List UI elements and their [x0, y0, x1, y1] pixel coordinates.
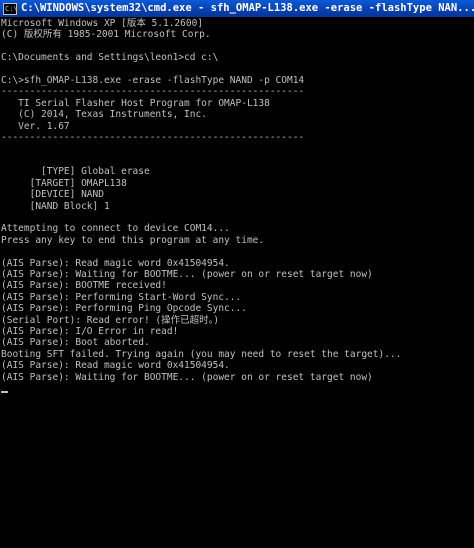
console-line: (AIS Parse): Read magic word 0x41504954.	[1, 257, 230, 269]
console-line: [DEVICE] NAND	[1, 189, 104, 201]
console-line: (Serial Port): Read error! (操作已超时。)	[1, 314, 220, 326]
console-line: (C) 2014, Texas Instruments, Inc.	[1, 109, 207, 121]
console-line: [TARGET] OMAPL138	[1, 177, 127, 189]
cmd-window: C:\ C:\WINDOWS\system32\cmd.exe - sfh_OM…	[0, 0, 474, 548]
console-output: Microsoft Windows XP [版本 5.1.2600] (C) 版…	[1, 18, 401, 383]
console-line: Booting SFT failed. Trying again (you ma…	[1, 348, 402, 360]
console-line: (C) 版权所有 1985-2001 Microsoft Corp.	[1, 29, 211, 41]
console-line: Ver. 1.67	[1, 120, 70, 132]
console-line: (AIS Parse): Read magic word 0x41504954.	[1, 360, 230, 372]
text-cursor	[1, 391, 8, 393]
console-line: Microsoft Windows XP [版本 5.1.2600]	[1, 18, 204, 29]
console-line: (AIS Parse): Waiting for BOOTME... (powe…	[1, 268, 373, 280]
console-line: Press any key to end this program at any…	[1, 234, 265, 246]
console-line: (AIS Parse): Boot aborted.	[1, 337, 150, 349]
console-line: [NAND Block] 1	[1, 200, 110, 212]
console-line: ----------------------------------------…	[1, 86, 305, 98]
console-line: Attempting to connect to device COM14...	[1, 223, 230, 235]
console-line: [TYPE] Global erase	[1, 166, 150, 178]
console-line: (AIS Parse): BOOTME received!	[1, 280, 167, 292]
title-bar[interactable]: C:\ C:\WINDOWS\system32\cmd.exe - sfh_OM…	[0, 0, 474, 17]
console-line: C:\>sfh_OMAP-L138.exe -erase -flashType …	[1, 75, 305, 87]
window-title: C:\WINDOWS\system32\cmd.exe - sfh_OMAP-L…	[21, 2, 474, 14]
console-line: TI Serial Flasher Host Program for OMAP-…	[1, 97, 270, 109]
console-line: (AIS Parse): Waiting for BOOTME... (powe…	[1, 371, 373, 383]
console-line: (AIS Parse): Performing Start-Word Sync.…	[1, 291, 242, 303]
cmd-icon[interactable]: C:\	[3, 2, 18, 15]
console-area[interactable]: Microsoft Windows XP [版本 5.1.2600] (C) 版…	[0, 17, 474, 548]
console-line: C:\Documents and Settings\leon1>cd c:\	[1, 52, 219, 64]
console-line: (AIS Parse): Performing Ping Opcode Sync…	[1, 303, 247, 315]
console-line: ----------------------------------------…	[1, 132, 305, 144]
console-line: (AIS Parse): I/O Error in read!	[1, 325, 179, 337]
